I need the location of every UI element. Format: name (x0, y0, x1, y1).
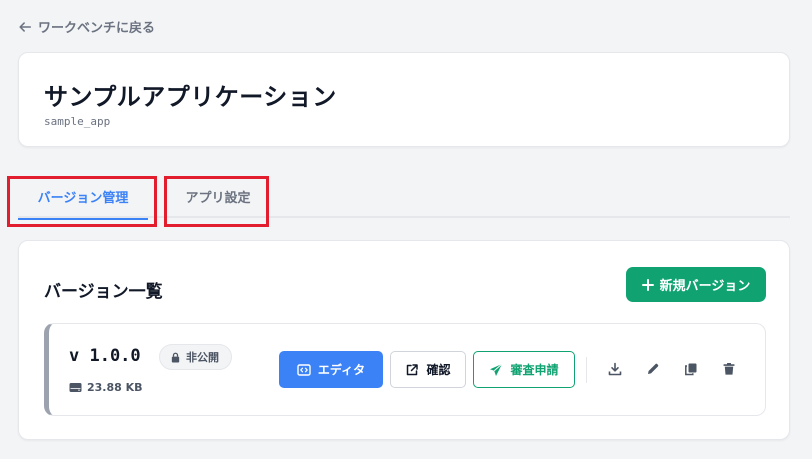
tab-bar: バージョン管理 アプリ設定 (18, 170, 790, 220)
version-number: v 1.0.0 (69, 346, 141, 366)
preview-button-label: 確認 (426, 363, 451, 377)
file-size: 23.88 KB (69, 381, 143, 394)
new-version-label: 新規バージョン (659, 279, 751, 294)
back-link-label: ワークベンチに戻る (38, 21, 156, 36)
app-id: sample_app (44, 115, 111, 128)
status-label: 非公開 (186, 351, 219, 364)
copy-icon (685, 363, 697, 376)
tab-version-management-label: バージョン管理 (37, 191, 129, 206)
code-icon (297, 363, 311, 376)
app-title: サンプルアプリケーション (44, 83, 337, 111)
editor-button-label: エディタ (317, 363, 366, 377)
version-row: v 1.0.0 非公開 23.88 KB エディタ 確認 審査申請 (44, 323, 766, 416)
back-to-workbench-link[interactable]: ワークベンチに戻る (18, 17, 155, 36)
hard-drive-icon (69, 383, 82, 392)
submit-review-label: 審査申請 (510, 363, 559, 377)
lock-icon (171, 352, 180, 363)
delete-button[interactable] (719, 359, 739, 379)
app-header-card: サンプルアプリケーション sample_app (18, 52, 790, 147)
duplicate-button[interactable] (681, 359, 701, 379)
pencil-icon (648, 363, 659, 374)
tab-app-settings[interactable]: アプリ設定 (168, 170, 268, 218)
plus-icon (641, 278, 654, 291)
action-divider (586, 357, 587, 383)
submit-review-button[interactable]: 審査申請 (473, 351, 575, 388)
paper-plane-icon (490, 363, 503, 376)
editor-button[interactable]: エディタ (279, 351, 383, 388)
edit-button[interactable] (643, 359, 663, 379)
tab-version-management[interactable]: バージョン管理 (18, 170, 148, 220)
preview-button[interactable]: 確認 (390, 351, 466, 388)
status-badge: 非公開 (159, 344, 232, 370)
arrow-left-icon (19, 21, 32, 32)
external-link-icon (407, 363, 419, 375)
download-icon (608, 362, 622, 376)
new-version-button[interactable]: 新規バージョン (626, 267, 766, 302)
tab-app-settings-label: アプリ設定 (185, 191, 251, 206)
download-button[interactable] (605, 359, 625, 379)
version-list-title: バージョン一覧 (44, 282, 163, 302)
file-size-value: 23.88 KB (87, 381, 143, 394)
trash-icon (723, 363, 735, 375)
version-list-card: バージョン一覧 新規バージョン v 1.0.0 非公開 23.88 KB エディ… (18, 240, 790, 440)
